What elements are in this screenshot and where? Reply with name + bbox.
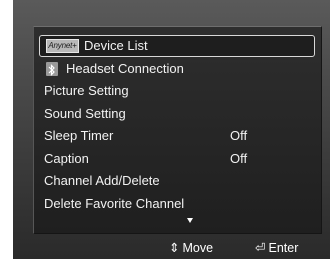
enter-icon: ⏎ [255, 241, 266, 255]
menu-item-channel-add-delete[interactable]: Channel Add/Delete [44, 170, 315, 192]
menu-item-label: Sound Setting [44, 106, 126, 121]
menu-item-label: Picture Setting [44, 83, 129, 98]
tv-screen: Anynet+ Device List Headset Connection P… [13, 0, 330, 259]
menu-item-value: Off [230, 128, 248, 143]
menu-item-headset-connection[interactable]: Headset Connection [44, 58, 315, 80]
move-hint-label: Move [182, 241, 214, 255]
scroll-down-arrow-icon[interactable] [187, 218, 193, 223]
menu-item-label: Delete Favorite Channel [44, 196, 185, 211]
menu-item-value: Off [230, 151, 248, 166]
key-guide-bar: ⇕ Move ⏎ Enter [13, 238, 330, 259]
menu-item-label: Sleep Timer [44, 128, 114, 143]
menu-item-label: Headset Connection [66, 61, 184, 76]
menu-item-delete-favorite-channel[interactable]: Delete Favorite Channel [44, 193, 315, 215]
tools-menu-panel: Anynet+ Device List Headset Connection P… [33, 26, 322, 234]
enter-hint-label: Enter [268, 241, 299, 255]
menu-item-device-list[interactable]: Anynet+ Device List [39, 35, 315, 57]
enter-hint: ⏎ Enter [255, 238, 298, 259]
menu-item-sleep-timer[interactable]: Sleep Timer Off [44, 125, 315, 147]
menu-item-caption[interactable]: Caption Off [44, 148, 315, 170]
up-down-arrows-icon: ⇕ [169, 241, 180, 255]
anynet-logo-icon: Anynet+ [46, 39, 79, 53]
menu-item-label: Caption [44, 151, 89, 166]
move-hint: ⇕ Move [169, 238, 213, 259]
menu-item-label: Device List [84, 38, 148, 53]
menu-item-sound-setting[interactable]: Sound Setting [44, 103, 315, 125]
bluetooth-icon [46, 62, 58, 76]
menu-item-picture-setting[interactable]: Picture Setting [44, 80, 315, 102]
menu-item-label: Channel Add/Delete [44, 173, 160, 188]
